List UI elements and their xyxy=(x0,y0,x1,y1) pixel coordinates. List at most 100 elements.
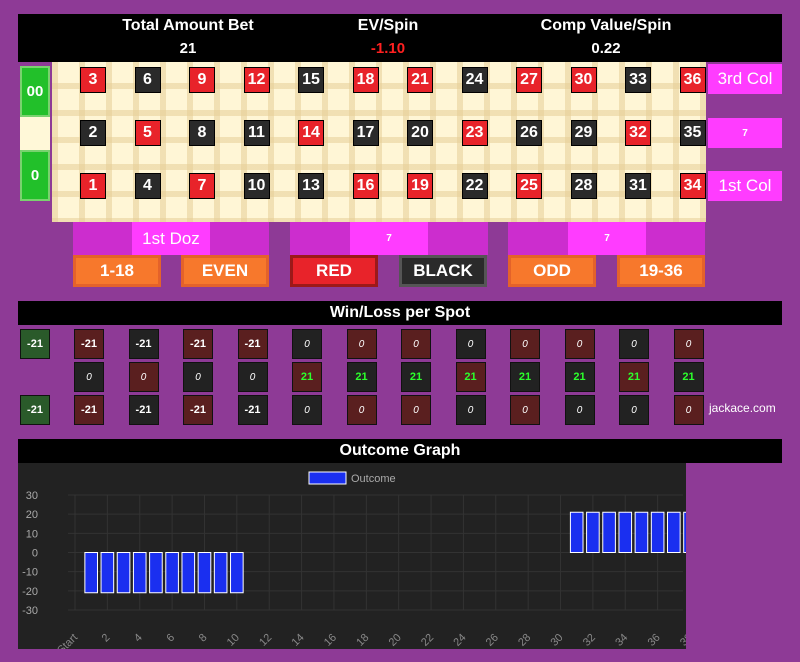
number-spot-22[interactable]: 22 xyxy=(461,173,488,199)
first-column-bet[interactable]: 1st Col xyxy=(708,171,782,201)
number-spot-27[interactable]: 27 xyxy=(516,67,542,93)
comp-stat: Comp Value/Spin 0.22 xyxy=(506,14,706,60)
number-spot-30[interactable]: 30 xyxy=(570,67,597,93)
number-spot-1[interactable]: 1 xyxy=(80,173,106,199)
winloss-double-zero: -21 xyxy=(20,329,50,359)
number-spot-14[interactable]: 14 xyxy=(298,120,324,146)
number-spot-24[interactable]: 24 xyxy=(461,67,488,93)
number-spot-15[interactable]: 15 xyxy=(298,67,324,93)
number-spot-4[interactable]: 4 xyxy=(134,173,161,199)
number-spot-3[interactable]: 3 xyxy=(80,67,106,93)
number-spot-34[interactable]: 34 xyxy=(679,173,706,199)
winloss-spot-6: -21 xyxy=(128,329,159,359)
odd-bet-button[interactable]: ODD xyxy=(508,255,596,287)
comp-label: Comp Value/Spin xyxy=(540,17,672,34)
number-spot-29[interactable]: 29 xyxy=(570,120,597,146)
number-spot-33[interactable]: 33 xyxy=(625,67,651,93)
winloss-spot-30: 0 xyxy=(564,329,595,359)
winloss-zero: -21 xyxy=(20,395,50,425)
x-tick-label: 28 xyxy=(516,632,533,649)
number-spot-2[interactable]: 2 xyxy=(80,120,106,146)
winloss-spot-14: 21 xyxy=(292,362,322,392)
number-spot-5[interactable]: 5 xyxy=(134,120,161,146)
x-tick-label: 16 xyxy=(322,632,339,649)
even-bet-button[interactable]: EVEN xyxy=(181,255,269,287)
winloss-spot-12: -21 xyxy=(237,329,268,359)
number-spot-6[interactable]: 6 xyxy=(134,67,161,93)
winloss-spot-8: 0 xyxy=(183,362,213,392)
third-column-bet[interactable]: 3rd Col xyxy=(708,64,782,94)
low-bet-button[interactable]: 1-18 xyxy=(73,255,161,287)
number-spot-18[interactable]: 18 xyxy=(352,67,379,93)
y-tick-label: 20 xyxy=(26,509,38,521)
total-bet-value: 21 xyxy=(179,40,197,57)
winloss-title: Win/Loss per Spot xyxy=(18,301,782,325)
outcome-bar xyxy=(132,552,147,594)
number-spot-16[interactable]: 16 xyxy=(352,173,379,199)
x-tick-label: 38 xyxy=(678,632,686,649)
outcome-bar xyxy=(197,552,212,594)
legend-label: Outcome xyxy=(351,473,396,485)
number-spot-17[interactable]: 17 xyxy=(352,120,379,146)
second-column-bet[interactable]: 7 xyxy=(708,118,782,148)
number-spot-31[interactable]: 31 xyxy=(625,173,651,199)
number-spot-35[interactable]: 35 xyxy=(679,120,706,146)
winloss-spot-23: 21 xyxy=(455,362,486,392)
number-spot-13[interactable]: 13 xyxy=(298,173,324,199)
ev-stat: EV/Spin -1.10 xyxy=(288,14,488,60)
site-credit: jackace.com xyxy=(709,401,776,415)
winloss-spot-4: -21 xyxy=(128,395,159,425)
high-bet-button[interactable]: 19-36 xyxy=(617,255,705,287)
number-spot-7[interactable]: 7 xyxy=(189,173,215,199)
number-spot-12[interactable]: 12 xyxy=(243,67,270,93)
x-tick-label: 24 xyxy=(451,632,468,649)
winloss-spot-13: 0 xyxy=(292,395,322,425)
outcome-bar xyxy=(230,552,244,594)
ev-value: -1.10 xyxy=(370,40,406,57)
number-spot-9[interactable]: 9 xyxy=(189,67,215,93)
winloss-spot-9: -21 xyxy=(183,329,213,359)
third-dozen-bet[interactable]: 7 xyxy=(508,222,705,255)
number-spot-32[interactable]: 32 xyxy=(625,120,651,146)
black-bet-button[interactable]: BLACK xyxy=(399,255,487,287)
number-spot-21[interactable]: 21 xyxy=(407,67,433,93)
number-spot-25[interactable]: 25 xyxy=(516,173,542,199)
outcome-bar xyxy=(634,511,649,553)
number-spot-11[interactable]: 11 xyxy=(243,120,270,146)
roulette-table: 00 0 3 6 9 12 15 18 21 24 27 30 33 36 2 5 8 11 14 17 20 23 2… xyxy=(18,62,706,222)
comp-value: 0.22 xyxy=(591,40,621,57)
number-spot-36[interactable]: 36 xyxy=(679,67,706,93)
winloss-spot-36: 0 xyxy=(673,329,704,359)
winloss-spot-27: 0 xyxy=(510,329,540,359)
double-zero-spot[interactable]: 00 xyxy=(20,66,50,117)
x-tick-label: 30 xyxy=(549,632,566,649)
first-dozen-label: 1st Doz xyxy=(132,222,210,255)
x-tick-label: 12 xyxy=(257,632,274,649)
outcome-bar xyxy=(165,552,179,594)
outcome-bar xyxy=(650,511,665,553)
x-tick-label: 14 xyxy=(290,632,307,649)
zero-spot[interactable]: 0 xyxy=(20,150,50,201)
red-bet-button[interactable]: RED xyxy=(290,255,378,287)
number-spot-20[interactable]: 20 xyxy=(407,120,433,146)
first-dozen-bet[interactable]: 1st Doz xyxy=(73,222,269,255)
x-tick-label: 20 xyxy=(387,632,404,649)
winloss-spot-29: 21 xyxy=(564,362,595,392)
winloss-spot-2: 0 xyxy=(74,362,104,392)
x-tick-label: 10 xyxy=(225,632,242,649)
winloss-spot-26: 21 xyxy=(510,362,540,392)
x-tick-label: 36 xyxy=(646,632,663,649)
x-tick-label: 26 xyxy=(484,632,501,649)
second-dozen-bet[interactable]: 7 xyxy=(290,222,488,255)
number-spot-19[interactable]: 19 xyxy=(407,173,433,199)
winloss-spot-22: 0 xyxy=(455,395,486,425)
x-tick-label: 22 xyxy=(419,632,436,649)
number-spot-28[interactable]: 28 xyxy=(570,173,597,199)
outcome-bar xyxy=(116,552,131,594)
number-spot-8[interactable]: 8 xyxy=(189,120,215,146)
number-spot-26[interactable]: 26 xyxy=(516,120,542,146)
number-spot-10[interactable]: 10 xyxy=(243,173,270,199)
x-tick-label: 6 xyxy=(164,632,177,645)
winloss-spot-34: 0 xyxy=(673,395,704,425)
number-spot-23[interactable]: 23 xyxy=(461,120,488,146)
